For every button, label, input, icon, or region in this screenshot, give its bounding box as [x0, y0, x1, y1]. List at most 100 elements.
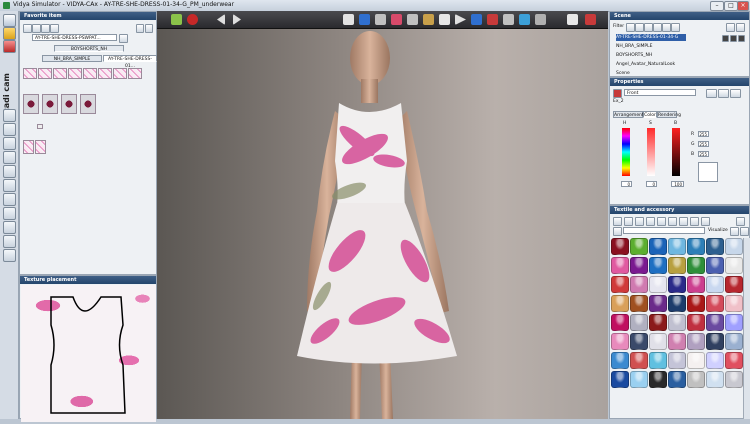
textile-swatch[interactable] [611, 333, 629, 350]
texture-canvas[interactable] [21, 285, 156, 422]
textile-swatch[interactable] [611, 314, 629, 331]
library-tool-6[interactable] [668, 217, 677, 226]
fabric-thumbnail[interactable] [128, 68, 142, 79]
textile-swatch[interactable] [611, 352, 629, 369]
select-tool-icon[interactable] [359, 14, 370, 25]
textile-swatch[interactable] [725, 371, 743, 388]
textile-swatch[interactable] [725, 314, 743, 331]
textile-swatch[interactable] [649, 314, 667, 331]
library-tool-2[interactable] [624, 217, 633, 226]
favorite-nav-icon[interactable] [119, 34, 128, 43]
pattern-outline[interactable] [21, 285, 156, 422]
textile-swatch[interactable] [630, 314, 648, 331]
light-icon[interactable] [519, 14, 530, 25]
brightness-value[interactable]: 100 [671, 181, 684, 187]
fabric-thumbnail[interactable] [23, 68, 37, 79]
tab-color[interactable]: Color [643, 111, 657, 118]
textile-swatch[interactable] [649, 352, 667, 369]
textile-swatch[interactable] [706, 314, 724, 331]
textile-swatch[interactable] [630, 352, 648, 369]
textile-swatch[interactable] [649, 257, 667, 274]
scene-tool-1[interactable] [626, 23, 635, 32]
fabric-thumbnail[interactable] [98, 68, 112, 79]
fabric-thumbnail[interactable] [83, 68, 97, 79]
screenshot-icon[interactable] [567, 14, 578, 25]
favorite-tool-3[interactable] [41, 24, 50, 33]
properties-tool-1[interactable] [706, 89, 717, 98]
fabric-thumbnail[interactable] [113, 68, 127, 79]
red-value[interactable]: 255 [698, 131, 709, 137]
library-scrollbar[interactable] [743, 238, 750, 419]
minimize-button[interactable]: – [710, 1, 724, 11]
fabric-thumbnail[interactable] [68, 68, 82, 79]
scene-tool-6[interactable] [671, 23, 680, 32]
fabric-thumbnail[interactable] [80, 94, 96, 114]
textile-swatch[interactable] [630, 276, 648, 293]
new-file-icon[interactable] [3, 14, 16, 27]
scene-item-bra[interactable]: NH_BRA_SIMPLE [616, 43, 653, 50]
textile-swatch[interactable] [649, 238, 667, 255]
textile-swatch[interactable] [611, 371, 629, 388]
fabric-thumbnail[interactable] [23, 94, 39, 114]
sew-tool-icon[interactable] [423, 14, 434, 25]
eye-icon[interactable] [738, 35, 745, 42]
redo-icon[interactable] [233, 14, 241, 25]
view-grid-icon[interactable] [136, 24, 144, 33]
tool-icon-6[interactable] [3, 179, 16, 192]
view-mode-grid-icon[interactable] [730, 227, 739, 236]
garment-button-boyshorts[interactable]: BOYSHORTS_NH [54, 45, 124, 52]
textile-swatch[interactable] [630, 333, 648, 350]
3d-viewport[interactable] [157, 11, 608, 419]
fabric-thumbnail[interactable] [35, 140, 46, 154]
textile-swatch[interactable] [687, 333, 705, 350]
library-tool-7[interactable] [679, 217, 688, 226]
side-select[interactable]: Front [624, 89, 696, 96]
scene-tool-3[interactable] [644, 23, 653, 32]
tab-rendering[interactable]: Rendering [657, 111, 681, 118]
view-list-icon[interactable] [145, 24, 153, 33]
textile-swatch[interactable] [668, 295, 686, 312]
avatar-icon[interactable] [487, 14, 498, 25]
library-tool-4[interactable] [646, 217, 655, 226]
hue-slider[interactable] [622, 128, 630, 176]
tab-arrangement[interactable]: Arrangement [613, 111, 644, 118]
favorite-category-select[interactable]: AY-TRE-SHE-DRESS-PSWPAT... [32, 34, 117, 41]
open-folder-icon[interactable] [3, 27, 16, 40]
textile-swatch[interactable] [725, 238, 743, 255]
texture-icon[interactable] [503, 14, 514, 25]
textile-swatch[interactable] [649, 276, 667, 293]
textile-swatch[interactable] [706, 371, 724, 388]
library-back-icon[interactable] [613, 227, 622, 236]
textile-swatch[interactable] [611, 295, 629, 312]
textile-swatch[interactable] [706, 295, 724, 312]
render-icon[interactable] [471, 14, 482, 25]
tab-nh-bra-simple[interactable]: NH_BRA_SIMPLE [42, 55, 102, 62]
visibility-icon[interactable] [722, 35, 729, 42]
blue-value[interactable]: 255 [698, 151, 709, 157]
scene-remove-icon[interactable] [736, 23, 745, 32]
textile-swatch[interactable] [725, 257, 743, 274]
tool-icon-5[interactable] [3, 165, 16, 178]
textile-swatch[interactable] [687, 238, 705, 255]
textile-swatch[interactable] [630, 238, 648, 255]
textile-swatch[interactable] [706, 352, 724, 369]
textile-swatch[interactable] [725, 276, 743, 293]
textile-swatch[interactable] [687, 257, 705, 274]
textile-swatch[interactable] [630, 371, 648, 388]
favorite-tool-1[interactable] [23, 24, 32, 33]
library-path-select[interactable] [623, 227, 705, 234]
fabric-thumbnail[interactable] [42, 94, 58, 114]
scene-add-icon[interactable] [726, 23, 735, 32]
tool-icon-3[interactable] [3, 137, 16, 150]
tool-icon-9[interactable] [3, 221, 16, 234]
textile-swatch[interactable] [687, 276, 705, 293]
properties-tool-2[interactable] [718, 89, 729, 98]
close-button[interactable]: × [737, 1, 749, 11]
scene-tool-4[interactable] [653, 23, 662, 32]
textile-swatch[interactable] [611, 238, 629, 255]
library-tool-5[interactable] [657, 217, 666, 226]
brightness-slider[interactable] [672, 128, 680, 176]
library-tool-9[interactable] [701, 217, 710, 226]
red-book-icon[interactable] [3, 40, 16, 53]
properties-tool-3[interactable] [730, 89, 741, 98]
